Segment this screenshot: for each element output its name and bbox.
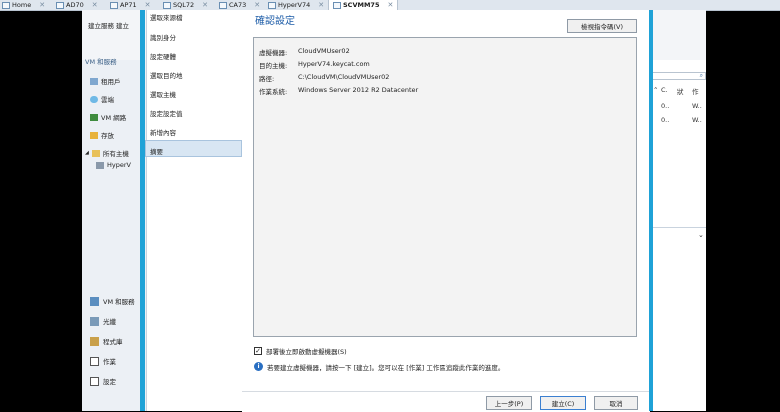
summary-vm-value: CloudVMUser02 — [298, 47, 350, 55]
close-icon[interactable]: ✕ — [92, 1, 98, 9]
table-cell: W.. — [692, 102, 702, 110]
close-icon[interactable]: ✕ — [318, 1, 324, 9]
tab-hyperv74[interactable]: HyperV74 ✕ — [268, 0, 324, 10]
summary-path-key: 路徑: — [259, 75, 275, 83]
settings-icon — [90, 376, 99, 386]
close-icon[interactable]: ✕ — [387, 1, 393, 9]
divider — [653, 227, 706, 228]
create-button[interactable]: 建立(C) — [540, 396, 586, 410]
step-summary[interactable]: 摘要 — [150, 146, 163, 156]
column-expand[interactable]: ⌃ — [653, 86, 658, 94]
expand-icon: ◢ — [85, 150, 89, 156]
ribbon-create-service-button[interactable]: 建立服務 — [88, 20, 114, 30]
start-vm-checkbox[interactable]: ✓ — [254, 347, 262, 355]
table-cell: W.. — [692, 116, 702, 124]
storage-icon — [90, 131, 98, 139]
nav-item-hyperv-host[interactable]: HyperV — [96, 161, 131, 169]
home-icon — [2, 1, 10, 9]
vm-icon — [110, 1, 118, 9]
summary-os-key: 作業系統: — [259, 88, 288, 96]
summary-box — [253, 37, 637, 337]
nav-item-tenants[interactable]: 租用戶 — [90, 76, 121, 86]
close-icon[interactable]: ✕ — [202, 1, 208, 9]
table-cell: 0.. — [661, 116, 670, 124]
summary-host-key: 目的主機: — [259, 62, 288, 70]
fabric-icon — [90, 316, 99, 326]
navigation-pane: VM 和服務 租用戶 雲端 VM 網路 存放 ◢ 所有主機 HyperV VM 和… — [82, 58, 147, 411]
step-select-destination[interactable]: 選取目的地 — [150, 70, 183, 80]
nav-item-storage[interactable]: 存放 — [90, 130, 114, 140]
info-text: 若要建立虛擬機器，請按一下 [建立]。您可以在 [作業] 工作區追蹤此作業的進度… — [267, 364, 505, 372]
summary-host-value: HyperV74.keycat.com — [298, 60, 370, 68]
nav-item-vm-networks[interactable]: VM 網路 — [90, 112, 126, 122]
search-input[interactable]: ⌕ — [652, 72, 706, 80]
summary-os-value: Windows Server 2012 R2 Datacenter — [298, 86, 419, 94]
step-add-properties[interactable]: 新增內容 — [150, 127, 176, 137]
workspace-jobs[interactable]: 作業 — [82, 352, 146, 370]
tab-home[interactable]: Home ✕ — [2, 0, 45, 10]
window-frame-left — [140, 10, 145, 411]
ribbon-create-button[interactable]: 建立 — [116, 20, 129, 30]
view-script-button[interactable]: 檢視指令碼(V) — [567, 19, 637, 33]
server-icon — [96, 161, 104, 169]
previous-button[interactable]: 上一步(P) — [486, 396, 532, 410]
search-icon: ⌕ — [699, 72, 703, 79]
close-icon[interactable]: ✕ — [39, 1, 45, 9]
nav-item-all-hosts[interactable]: ◢ 所有主機 — [85, 148, 129, 158]
nav-header: VM 和服務 — [85, 58, 117, 66]
step-configure-settings[interactable]: 設定設定值 — [150, 108, 183, 118]
cancel-button[interactable]: 取消 — [594, 396, 638, 410]
vm-icon — [163, 1, 171, 9]
nav-item-clouds[interactable]: 雲端 — [90, 94, 114, 104]
wizard-button-bar — [242, 391, 650, 412]
tab-ap71[interactable]: AP71 ✕ — [110, 0, 151, 10]
vm-icon — [268, 1, 276, 9]
summary-vm-key: 虛擬機器: — [259, 49, 288, 57]
vm-icon — [56, 1, 64, 9]
workspace-library[interactable]: 程式庫 — [82, 332, 146, 350]
close-icon[interactable]: ✕ — [145, 1, 151, 9]
tab-ca73[interactable]: CA73 ✕ — [219, 0, 260, 10]
library-icon — [90, 336, 99, 346]
column-header[interactable]: 作 — [692, 86, 699, 96]
table-cell: 0.. — [661, 102, 670, 110]
workspace-settings[interactable]: 設定 — [82, 372, 146, 390]
tenant-icon — [90, 77, 98, 85]
workspace-vms-services[interactable]: VM 和服務 — [82, 292, 146, 310]
vm-icon — [333, 1, 341, 9]
tab-scvmm75[interactable]: SCVMM75 ✕ — [328, 0, 399, 10]
cloud-icon — [90, 95, 98, 103]
folder-icon — [91, 149, 100, 157]
window-frame-right — [649, 10, 653, 411]
step-identity[interactable]: 識別身分 — [150, 32, 176, 42]
vm-services-icon — [90, 296, 99, 306]
info-icon: i — [254, 362, 263, 371]
network-icon — [90, 113, 98, 121]
column-header[interactable]: 狀 — [677, 86, 684, 96]
jobs-icon — [90, 356, 99, 366]
summary-path-value: C:\CloudVM\CloudVMUser02 — [298, 73, 390, 81]
workspace-fabric[interactable]: 光纖 — [82, 312, 146, 330]
step-configure-hardware[interactable]: 設定硬體 — [150, 51, 176, 61]
vm-icon — [219, 1, 227, 9]
chevron-down-icon[interactable]: ⌄ — [698, 231, 704, 239]
step-select-host[interactable]: 選取主機 — [150, 89, 176, 99]
column-header[interactable]: C. — [661, 86, 668, 94]
step-select-source[interactable]: 選取來源檔 — [150, 12, 183, 22]
page-title: 確認設定 — [255, 16, 295, 27]
close-icon[interactable]: ✕ — [254, 1, 260, 9]
start-vm-checkbox-label[interactable]: 部署後立即啟動虛擬機器(S) — [266, 346, 347, 356]
tab-sql72[interactable]: SQL72 ✕ — [163, 0, 208, 10]
tab-ad70[interactable]: AD70 ✕ — [56, 0, 98, 10]
